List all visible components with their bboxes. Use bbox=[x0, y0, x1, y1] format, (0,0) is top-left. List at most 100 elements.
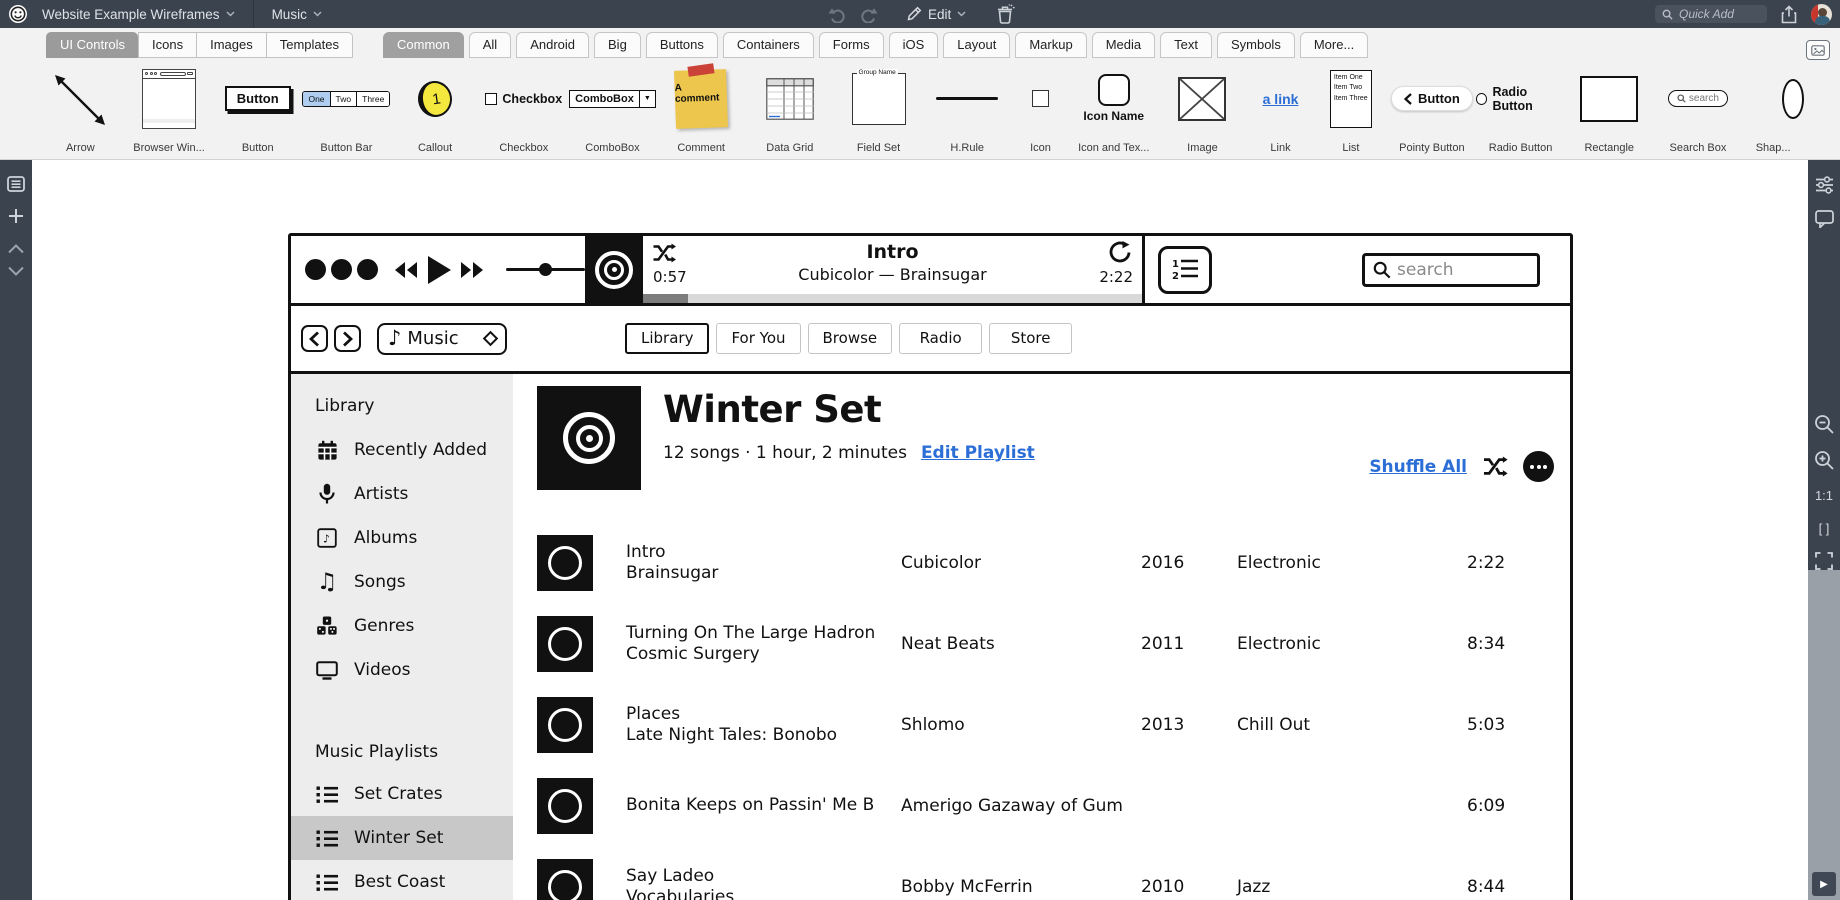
palette-item-button[interactable]: Button Button bbox=[213, 58, 302, 159]
app-logo-icon[interactable] bbox=[8, 4, 28, 24]
more-options-button[interactable] bbox=[1523, 451, 1554, 482]
zoom-actual-size-button[interactable]: 1:1 bbox=[1815, 488, 1833, 503]
edit-menu[interactable]: Edit bbox=[906, 6, 966, 22]
quick-add-search[interactable] bbox=[1655, 5, 1767, 23]
palette-item-button-bar[interactable]: One Two Three Button Bar bbox=[302, 58, 391, 159]
play-icon[interactable] bbox=[426, 255, 452, 285]
palette-item-callout[interactable]: 1 Callout bbox=[391, 58, 480, 159]
sidebar-item-set-crates[interactable]: Set Crates bbox=[291, 772, 513, 816]
tab-for-you[interactable]: For You bbox=[716, 323, 801, 354]
back-button[interactable] bbox=[301, 325, 328, 352]
shuffle-all-link[interactable]: Shuffle All bbox=[1369, 457, 1467, 477]
cat-markup[interactable]: Markup bbox=[1015, 32, 1087, 58]
palette-item-shape[interactable]: Shap... bbox=[1742, 58, 1804, 159]
sidebar-item-songs[interactable]: ♫ Songs bbox=[291, 560, 513, 604]
sidebar-item-recently-added[interactable]: Recently Added bbox=[291, 428, 513, 472]
trash-icon[interactable] bbox=[996, 4, 1015, 24]
move-down-icon[interactable] bbox=[7, 266, 25, 276]
page-selector-menu[interactable]: Music bbox=[272, 7, 322, 22]
rewind-icon[interactable] bbox=[394, 260, 418, 280]
repeat-icon[interactable] bbox=[1108, 241, 1132, 265]
song-row[interactable]: Intro Brainsugar Cubicolor 2016 Electroni… bbox=[537, 522, 1570, 603]
palette-item-hrule[interactable]: H.Rule bbox=[923, 58, 1012, 159]
share-export-icon[interactable] bbox=[1780, 4, 1798, 24]
cat-layout[interactable]: Layout bbox=[943, 32, 1011, 58]
panel-toggle-icon[interactable] bbox=[1806, 40, 1830, 60]
zoom-out-icon[interactable] bbox=[1814, 414, 1834, 434]
song-row[interactable]: Bonita Keeps on Passin' Me B Amerigo Gaz… bbox=[537, 765, 1570, 846]
sidebar-item-albums[interactable]: ♪ Albums bbox=[291, 516, 513, 560]
palette-item-field-set[interactable]: Group Name Field Set bbox=[834, 58, 923, 159]
palette-item-search-box[interactable]: search Search Box bbox=[1654, 58, 1743, 159]
cat-media[interactable]: Media bbox=[1091, 32, 1156, 58]
palette-item-data-grid[interactable]: Data Grid bbox=[746, 58, 835, 159]
music-app-wireframe[interactable]: 0:57 Intro Cubicolor — Brainsugar 2:22 1… bbox=[288, 233, 1573, 900]
song-row[interactable]: Places Late Night Tales: Bonobo Shlomo 20… bbox=[537, 684, 1570, 765]
sidebar-item-best-coast[interactable]: Best Coast bbox=[291, 860, 513, 900]
zoom-in-icon[interactable] bbox=[1814, 450, 1834, 470]
palette-item-radio-button[interactable]: Radio Button Radio Button bbox=[1476, 58, 1565, 159]
palette-item-pointy-button[interactable]: Button Pointy Button bbox=[1388, 58, 1477, 159]
cat-containers[interactable]: Containers bbox=[722, 32, 814, 58]
tab-templates[interactable]: Templates bbox=[265, 32, 353, 58]
sidebar-item-videos[interactable]: Videos bbox=[291, 648, 513, 692]
shuffle-icon[interactable] bbox=[1482, 456, 1508, 477]
add-page-icon[interactable] bbox=[8, 208, 24, 224]
cat-android[interactable]: Android bbox=[516, 32, 590, 58]
presentation-play-button[interactable]: ▶ bbox=[1812, 872, 1836, 896]
edit-playlist-link[interactable]: Edit Playlist bbox=[921, 443, 1035, 463]
cat-forms[interactable]: Forms bbox=[818, 32, 884, 58]
redo-icon[interactable] bbox=[860, 6, 878, 23]
palette-item-image[interactable]: Image bbox=[1158, 58, 1247, 159]
palette-item-checkbox[interactable]: Checkbox Checkbox bbox=[479, 58, 568, 159]
settings-sliders-icon[interactable] bbox=[1815, 176, 1834, 194]
cat-ios[interactable]: iOS bbox=[888, 32, 939, 58]
cat-buttons[interactable]: Buttons bbox=[645, 32, 718, 58]
sidebar-item-winter-set[interactable]: Winter Set bbox=[291, 816, 513, 860]
tab-icons[interactable]: Icons bbox=[138, 32, 197, 58]
media-type-selector[interactable]: ♪ Music bbox=[377, 322, 507, 355]
song-row[interactable]: Say Ladeo Vocabularies Bobby McFerrin 201… bbox=[537, 846, 1570, 900]
sidebar-item-genres[interactable]: Genres bbox=[291, 604, 513, 648]
up-next-queue-button[interactable]: 12 bbox=[1158, 245, 1212, 294]
tab-radio[interactable]: Radio bbox=[899, 323, 983, 354]
tab-ui-controls[interactable]: UI Controls bbox=[46, 32, 139, 58]
comments-icon[interactable] bbox=[1814, 210, 1834, 228]
palette-item-icon-and-text[interactable]: Icon Name Icon and Tex... bbox=[1069, 58, 1158, 159]
palette-item-rectangle[interactable]: Rectangle bbox=[1565, 58, 1654, 159]
palette-item-arrow[interactable]: Arrow bbox=[36, 58, 125, 159]
volume-slider-handle[interactable] bbox=[539, 263, 553, 276]
palette-item-comment[interactable]: A comment Comment bbox=[657, 58, 746, 159]
user-avatar[interactable] bbox=[1811, 3, 1832, 25]
progress-bar[interactable] bbox=[643, 294, 1142, 303]
cat-symbols[interactable]: Symbols bbox=[1216, 32, 1295, 58]
cat-text[interactable]: Text bbox=[1160, 32, 1212, 58]
library-search-box[interactable]: search bbox=[1362, 252, 1540, 287]
volume-slider[interactable] bbox=[506, 263, 585, 276]
fast-forward-icon[interactable] bbox=[460, 260, 484, 280]
pages-panel-icon[interactable] bbox=[7, 176, 25, 192]
window-buttons[interactable] bbox=[305, 259, 378, 280]
cat-more[interactable]: More... bbox=[1299, 32, 1369, 58]
zoom-to-selection-button[interactable]: [ ] bbox=[1819, 521, 1830, 536]
cat-all[interactable]: All bbox=[468, 32, 512, 58]
sidebar-item-artists[interactable]: Artists bbox=[291, 472, 513, 516]
palette-item-browser-window[interactable]: Browser Win... bbox=[125, 58, 214, 159]
palette-item-list[interactable]: Item One Item Two Item Three List bbox=[1314, 58, 1387, 159]
tab-browse[interactable]: Browse bbox=[807, 323, 893, 354]
cat-common[interactable]: Common bbox=[383, 32, 464, 58]
fullscreen-icon[interactable] bbox=[1815, 552, 1833, 570]
player-bar[interactable]: 0:57 Intro Cubicolor — Brainsugar 2:22 1… bbox=[291, 236, 1570, 306]
tab-images[interactable]: Images bbox=[196, 32, 266, 58]
design-canvas[interactable]: 0:57 Intro Cubicolor — Brainsugar 2:22 1… bbox=[32, 160, 1808, 900]
scrollbar-track[interactable] bbox=[1808, 570, 1840, 900]
move-up-icon[interactable] bbox=[7, 244, 25, 254]
project-title-menu[interactable]: Website Example Wireframes bbox=[42, 7, 235, 22]
tab-store[interactable]: Store bbox=[989, 323, 1073, 354]
palette-item-combobox[interactable]: ComboBox ▼ ComboBox bbox=[568, 58, 657, 159]
tab-library[interactable]: Library bbox=[625, 323, 710, 354]
cat-big[interactable]: Big bbox=[594, 32, 641, 58]
quick-add-input[interactable] bbox=[1679, 7, 1759, 21]
palette-item-icon[interactable]: Icon bbox=[1012, 58, 1070, 159]
song-row[interactable]: Turning On The Large Hadron Cosmic Surger… bbox=[537, 603, 1570, 684]
